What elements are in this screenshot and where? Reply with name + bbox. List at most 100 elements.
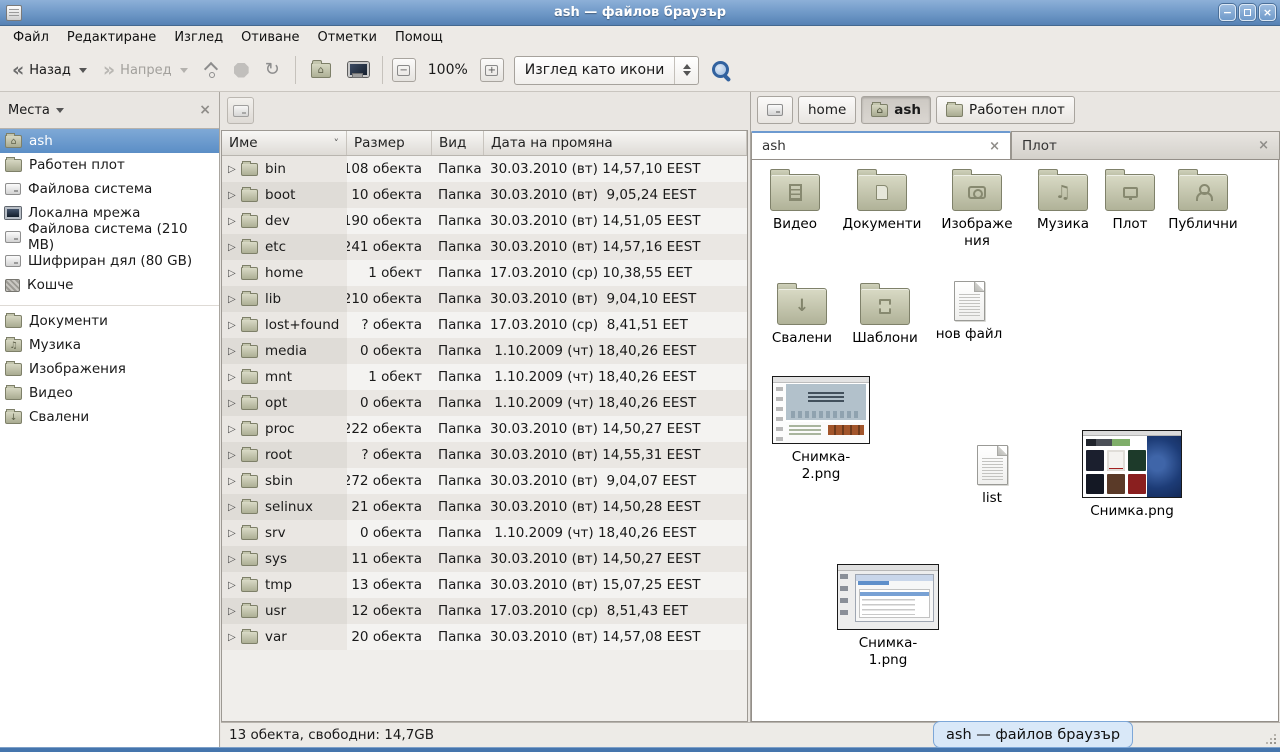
table-row[interactable]: ▷ usr 12 обекта Папка 17.03.2010 (ср) 8,… xyxy=(222,598,747,624)
expander-icon[interactable]: ▷ xyxy=(228,580,241,591)
table-row[interactable]: ▷ media 0 обекта Папка 1.10.2009 (чт) 18… xyxy=(222,338,747,364)
icon-item-snimka-1[interactable]: Снимка-1.png xyxy=(837,564,939,669)
table-row[interactable]: ▷ lost+found ? обекта Папка 17.03.2010 (… xyxy=(222,312,747,338)
icon-item-list[interactable]: list xyxy=(949,442,1035,507)
sidebar-item-pictures[interactable]: Изображения xyxy=(0,357,219,381)
menu-item-bookmarks[interactable]: Отметки xyxy=(308,27,385,48)
expander-icon[interactable]: ▷ xyxy=(228,606,241,617)
breadcrumb-root-button[interactable] xyxy=(757,96,793,124)
tab-plot[interactable]: Плот × xyxy=(1011,131,1280,160)
expander-icon[interactable]: ▷ xyxy=(228,320,241,331)
icon-item-snimka-2[interactable]: Снимка-2.png xyxy=(772,376,870,483)
forward-dropdown-icon[interactable] xyxy=(180,68,188,73)
table-row[interactable]: ▷ boot 10 обекта Папка 30.03.2010 (вт) 9… xyxy=(222,182,747,208)
sidebar-item-filesystem-210mb[interactable]: Файлова система (210 MB) xyxy=(0,225,219,249)
column-header-name[interactable]: Име ˅ xyxy=(222,131,347,155)
resize-grip[interactable] xyxy=(1266,734,1276,744)
close-button[interactable]: × xyxy=(1259,4,1276,21)
up-button[interactable] xyxy=(198,59,224,81)
sidebar-item-filesystem[interactable]: Файлова система xyxy=(0,177,219,201)
table-row[interactable]: ▷ root ? обекта Папка 30.03.2010 (вт) 14… xyxy=(222,442,747,468)
menu-item-edit[interactable]: Редактиране xyxy=(58,27,165,48)
places-selector-icon[interactable] xyxy=(56,108,64,113)
icon-item-pictures[interactable]: Изображения xyxy=(932,168,1022,250)
column-header-date[interactable]: Дата на промяна xyxy=(484,131,747,155)
back-dropdown-icon[interactable] xyxy=(79,68,87,73)
sidebar-item-music[interactable]: ♫ Музика xyxy=(0,333,219,357)
view-mode-spinner[interactable] xyxy=(674,57,698,84)
sidebar-item-documents[interactable]: Документи xyxy=(0,309,219,333)
expander-icon[interactable]: ▷ xyxy=(228,164,241,175)
table-row[interactable]: ▷ sbin 272 обекта Папка 30.03.2010 (вт) … xyxy=(222,468,747,494)
computer-button[interactable] xyxy=(341,58,373,82)
menu-item-file[interactable]: Файл xyxy=(4,27,58,48)
table-row[interactable]: ▷ mnt 1 обект Папка 1.10.2009 (чт) 18,40… xyxy=(222,364,747,390)
sidebar-item-videos[interactable]: Видео xyxy=(0,381,219,405)
expander-icon[interactable]: ▷ xyxy=(228,294,241,305)
view-mode-select[interactable]: Изглед като икони xyxy=(514,56,700,85)
expander-icon[interactable]: ▷ xyxy=(228,216,241,227)
expander-icon[interactable]: ▷ xyxy=(228,632,241,643)
expander-icon[interactable]: ▷ xyxy=(228,424,241,435)
forward-button[interactable]: » Напред xyxy=(97,58,194,82)
table-row[interactable]: ▷ opt 0 обекта Папка 1.10.2009 (чт) 18,4… xyxy=(222,390,747,416)
zoom-in-button[interactable]: + xyxy=(480,58,504,82)
places-title[interactable]: Места xyxy=(8,103,50,118)
icon-item-videos[interactable]: Видео xyxy=(752,168,838,233)
breadcrumb-desktop-button[interactable]: Работен плот xyxy=(936,96,1075,124)
table-row[interactable]: ▷ bin 108 обекта Папка 30.03.2010 (вт) 1… xyxy=(222,156,747,182)
expander-icon[interactable]: ▷ xyxy=(228,450,241,461)
places-close-button[interactable]: × xyxy=(199,102,211,118)
icon-view[interactable]: Видео Документи Изображения ♫ Музика Пло… xyxy=(751,159,1279,722)
table-row[interactable]: ▷ home 1 обект Папка 17.03.2010 (ср) 10,… xyxy=(222,260,747,286)
breadcrumb-ash-button[interactable]: ⌂ ash xyxy=(861,96,931,124)
minimize-button[interactable]: − xyxy=(1219,4,1236,21)
expander-icon[interactable]: ▷ xyxy=(228,190,241,201)
sidebar-item-encrypted-80gb[interactable]: Шифриран дял (80 GB) xyxy=(0,249,219,273)
table-row[interactable]: ▷ lib 210 обекта Папка 30.03.2010 (вт) 9… xyxy=(222,286,747,312)
sidebar-item-desktop[interactable]: Работен плот xyxy=(0,153,219,177)
stop-button[interactable] xyxy=(228,59,255,82)
icon-item-documents[interactable]: Документи xyxy=(836,168,928,233)
search-button[interactable] xyxy=(711,60,731,80)
back-button[interactable]: « Назад xyxy=(6,58,93,82)
menu-item-go[interactable]: Отиване xyxy=(232,27,308,48)
menu-item-help[interactable]: Помощ xyxy=(386,27,452,48)
table-row[interactable]: ▷ sys 11 обекта Папка 30.03.2010 (вт) 14… xyxy=(222,546,747,572)
table-row[interactable]: ▷ proc 222 обекта Папка 30.03.2010 (вт) … xyxy=(222,416,747,442)
sidebar-item-downloads[interactable]: ↓ Свалени xyxy=(0,405,219,429)
expander-icon[interactable]: ▷ xyxy=(228,502,241,513)
reload-button[interactable]: ↻ xyxy=(259,58,286,82)
expander-icon[interactable]: ▷ xyxy=(228,372,241,383)
maximize-button[interactable] xyxy=(1239,4,1256,21)
expander-icon[interactable]: ▷ xyxy=(228,268,241,279)
table-row[interactable]: ▷ selinux 21 обекта Папка 30.03.2010 (вт… xyxy=(222,494,747,520)
expander-icon[interactable]: ▷ xyxy=(228,476,241,487)
zoom-out-button[interactable]: − xyxy=(392,58,416,82)
table-row[interactable]: ▷ tmp 13 обекта Папка 30.03.2010 (вт) 15… xyxy=(222,572,747,598)
tab-close-icon[interactable]: × xyxy=(1258,138,1269,153)
menu-item-view[interactable]: Изглед xyxy=(165,27,232,48)
titlebar[interactable]: ash — файлов браузър − × xyxy=(0,0,1280,26)
icon-item-downloads[interactable]: ↓ Свалени xyxy=(759,282,845,347)
column-header-type[interactable]: Вид xyxy=(432,131,484,155)
home-button[interactable]: ⌂ xyxy=(305,59,337,82)
sidebar-item-trash[interactable]: Кошче xyxy=(0,273,219,297)
tree-view-button[interactable] xyxy=(227,97,254,124)
expander-icon[interactable]: ▷ xyxy=(228,528,241,539)
table-row[interactable]: ▷ etc 241 обекта Папка 30.03.2010 (вт) 1… xyxy=(222,234,747,260)
expander-icon[interactable]: ▷ xyxy=(228,242,241,253)
expander-icon[interactable]: ▷ xyxy=(228,554,241,565)
icon-item-new-file[interactable]: нов файл xyxy=(926,278,1012,343)
expander-icon[interactable]: ▷ xyxy=(228,346,241,357)
sidebar-item-ash[interactable]: ⌂ ash xyxy=(0,129,219,153)
table-row[interactable]: ▷ srv 0 обекта Папка 1.10.2009 (чт) 18,4… xyxy=(222,520,747,546)
table-row[interactable]: ▷ dev 190 обекта Папка 30.03.2010 (вт) 1… xyxy=(222,208,747,234)
icon-item-public[interactable]: Публични xyxy=(1158,168,1248,233)
column-header-size[interactable]: Размер xyxy=(347,131,432,155)
icon-item-snimka[interactable]: Снимка.png xyxy=(1082,430,1182,520)
tab-close-icon[interactable]: × xyxy=(989,139,1000,154)
tab-ash[interactable]: ash × xyxy=(751,131,1011,160)
table-row[interactable]: ▷ var 20 обекта Папка 30.03.2010 (вт) 14… xyxy=(222,624,747,650)
breadcrumb-home-button[interactable]: home xyxy=(798,96,856,124)
